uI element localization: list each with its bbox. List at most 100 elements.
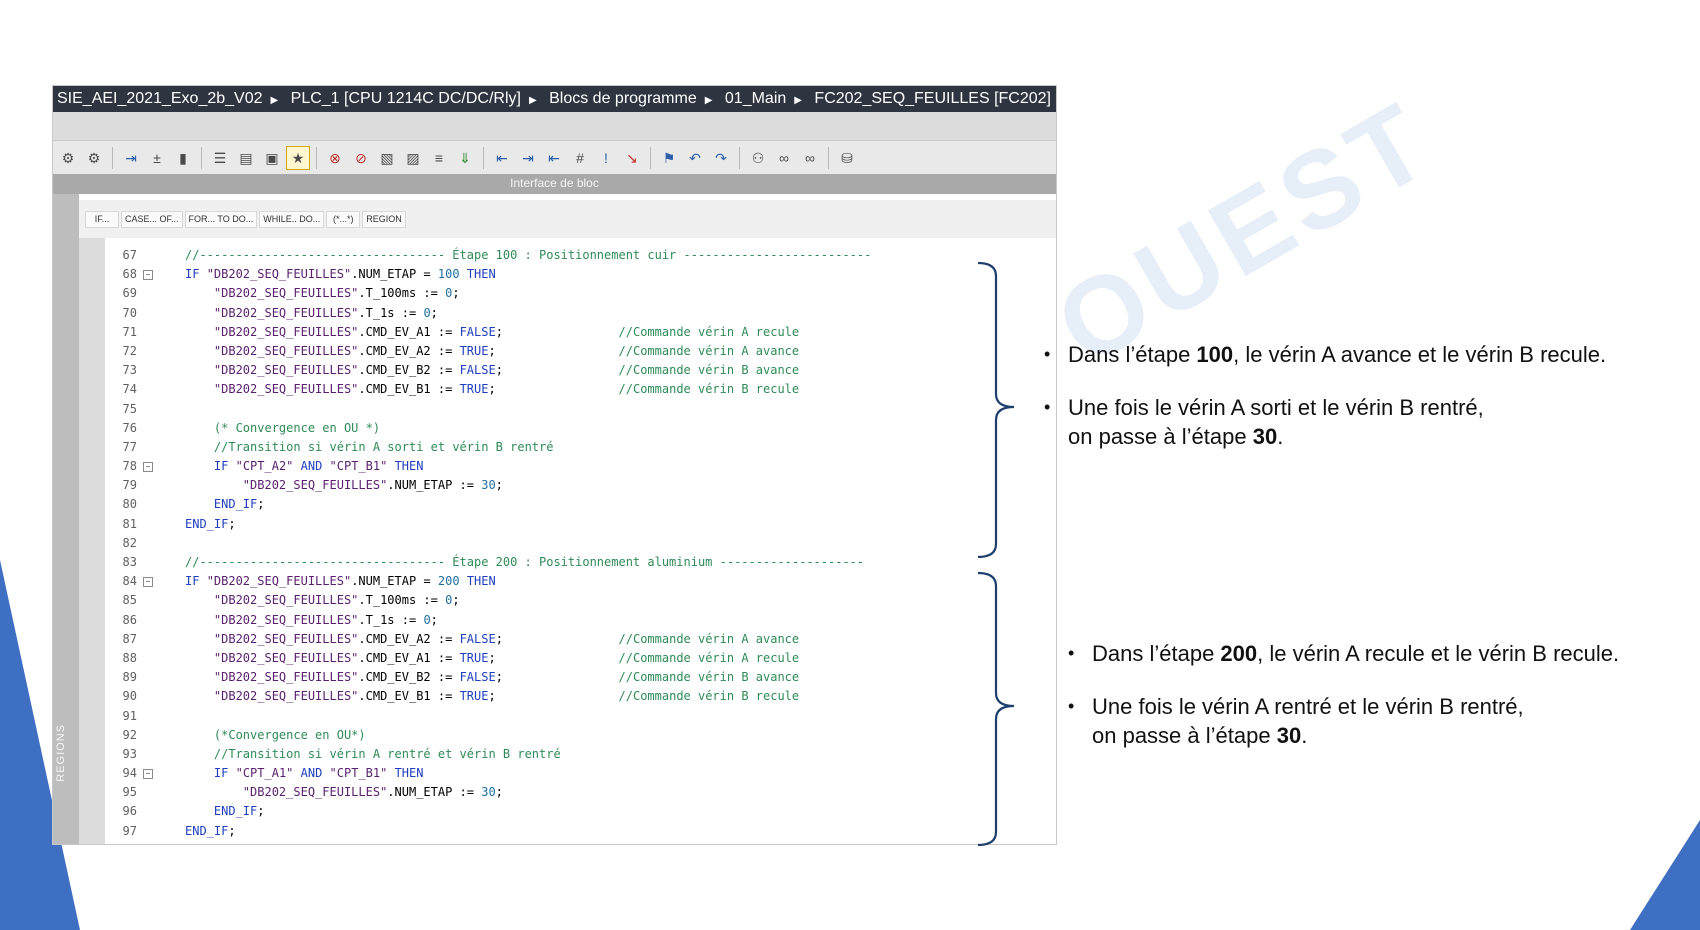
code-line[interactable]: 70 "DB202_SEQ_FEUILLES".T_1s := 0; bbox=[105, 304, 1056, 323]
code-line[interactable]: 95 "DB202_SEQ_FEUILLES".NUM_ETAP := 30; bbox=[105, 783, 1056, 802]
monitor-on-icon[interactable]: ⚇ bbox=[747, 147, 769, 169]
code-text[interactable]: END_IF; bbox=[185, 495, 265, 514]
code-text[interactable]: //Transition si vérin A rentré et vérin … bbox=[185, 745, 561, 764]
breadcrumb-block[interactable]: FC202_SEQ_FEUILLES [FC202] bbox=[810, 90, 1055, 107]
code-text[interactable]: "DB202_SEQ_FEUILLES".T_1s := 0; bbox=[185, 611, 438, 630]
fold-toggle-icon[interactable]: − bbox=[143, 270, 153, 281]
code-text[interactable]: "DB202_SEQ_FEUILLES".CMD_EV_B1 := TRUE; … bbox=[185, 380, 799, 399]
code-line[interactable]: 78− IF "CPT_A2" AND "CPT_B1" THEN bbox=[105, 457, 1056, 476]
code-line[interactable]: 89 "DB202_SEQ_FEUILLES".CMD_EV_B2 := FAL… bbox=[105, 668, 1056, 687]
code-line[interactable]: 80 END_IF; bbox=[105, 495, 1056, 514]
format-icon[interactable]: ▨ bbox=[402, 147, 424, 169]
goto-icon[interactable]: ⇥ bbox=[120, 147, 142, 169]
regions-sidebar[interactable]: REGIONS bbox=[53, 194, 79, 844]
code-text[interactable]: IF "DB202_SEQ_FEUILLES".NUM_ETAP = 200 T… bbox=[185, 572, 496, 591]
monitor-icon[interactable]: ▮ bbox=[172, 147, 194, 169]
code-line[interactable]: 77 //Transition si vérin A sorti et véri… bbox=[105, 438, 1056, 457]
code-line[interactable]: 97 END_IF; bbox=[105, 822, 1056, 841]
code-line[interactable]: 96 END_IF; bbox=[105, 802, 1056, 821]
database-icon[interactable]: ⛁ bbox=[836, 147, 858, 169]
code-text[interactable]: //Transition si vérin A sorti et vérin B… bbox=[185, 438, 554, 457]
breadcrumb-plc[interactable]: PLC_1 [CPU 1214C DC/DC/Rly] bbox=[287, 90, 525, 107]
code-line[interactable]: 90 "DB202_SEQ_FEUILLES".CMD_EV_B1 := TRU… bbox=[105, 687, 1056, 706]
code-line[interactable]: 69 "DB202_SEQ_FEUILLES".T_100ms := 0; bbox=[105, 284, 1056, 303]
keyword-comment[interactable]: (*...*) bbox=[326, 210, 361, 228]
code-line[interactable]: 71 "DB202_SEQ_FEUILLES".CMD_EV_A1 := FAL… bbox=[105, 323, 1056, 342]
code-text[interactable]: "DB202_SEQ_FEUILLES".NUM_ETAP := 30; bbox=[185, 476, 503, 495]
check-icon[interactable]: ▧ bbox=[376, 147, 398, 169]
code-text[interactable]: END_IF; bbox=[185, 515, 236, 534]
grid-icon[interactable]: # bbox=[569, 147, 591, 169]
code-line[interactable]: 81 END_IF; bbox=[105, 515, 1056, 534]
code-line[interactable]: 92 (*Convergence en OU*) bbox=[105, 726, 1056, 745]
download-green-icon[interactable]: ⇓ bbox=[454, 147, 476, 169]
glasses-icon[interactable]: ∞ bbox=[773, 147, 795, 169]
indent-less-icon[interactable]: ⇤ bbox=[543, 147, 565, 169]
fold-toggle-icon[interactable]: − bbox=[143, 769, 153, 780]
list-icon[interactable]: ☰ bbox=[209, 147, 231, 169]
code-text[interactable]: "DB202_SEQ_FEUILLES".CMD_EV_B1 := TRUE; … bbox=[185, 687, 799, 706]
code-line[interactable]: 94− IF "CPT_A1" AND "CPT_B1" THEN bbox=[105, 764, 1056, 783]
table-icon[interactable]: ▤ bbox=[235, 147, 257, 169]
uncomment-icon[interactable]: ↘ bbox=[621, 147, 643, 169]
code-line[interactable]: 88 "DB202_SEQ_FEUILLES".CMD_EV_A1 := TRU… bbox=[105, 649, 1056, 668]
code-area[interactable]: 67 //---------------------------------- É… bbox=[105, 246, 1056, 844]
keyword-if[interactable]: IF... bbox=[85, 210, 119, 228]
code-text[interactable]: IF "CPT_A2" AND "CPT_B1" THEN bbox=[185, 457, 424, 476]
code-text[interactable]: "DB202_SEQ_FEUILLES".NUM_ETAP := 30; bbox=[185, 783, 503, 802]
code-line[interactable]: 93 //Transition si vérin A rentré et vér… bbox=[105, 745, 1056, 764]
keyword-region[interactable]: REGION bbox=[362, 210, 406, 228]
code-text[interactable]: "DB202_SEQ_FEUILLES".CMD_EV_A2 := TRUE; … bbox=[185, 342, 799, 361]
clear-icon[interactable]: ⊘ bbox=[350, 147, 372, 169]
code-text[interactable]: "DB202_SEQ_FEUILLES".CMD_EV_A1 := TRUE; … bbox=[185, 649, 799, 668]
next-bookmark-icon[interactable]: ↷ bbox=[710, 147, 732, 169]
code-line[interactable]: 74 "DB202_SEQ_FEUILLES".CMD_EV_B1 := TRU… bbox=[105, 380, 1056, 399]
fold-toggle-icon[interactable]: − bbox=[143, 462, 153, 473]
code-text[interactable]: END_IF; bbox=[185, 802, 265, 821]
keyword-for[interactable]: FOR... TO DO... bbox=[184, 210, 258, 228]
code-text[interactable]: //---------------------------------- Éta… bbox=[185, 553, 864, 572]
remove-breakpoint-icon[interactable]: ⊗ bbox=[324, 147, 346, 169]
comment-icon[interactable]: ! bbox=[595, 147, 617, 169]
code-text[interactable]: "DB202_SEQ_FEUILLES".T_1s := 0; bbox=[185, 304, 438, 323]
fold-toggle-icon[interactable]: − bbox=[143, 577, 153, 588]
code-text[interactable]: "DB202_SEQ_FEUILLES".T_100ms := 0; bbox=[185, 591, 460, 610]
code-text[interactable]: (* Convergence en OU *) bbox=[185, 419, 380, 438]
code-line[interactable]: 87 "DB202_SEQ_FEUILLES".CMD_EV_A2 := FAL… bbox=[105, 630, 1056, 649]
code-text[interactable]: "DB202_SEQ_FEUILLES".T_100ms := 0; bbox=[185, 284, 460, 303]
indent-more-icon[interactable]: ⇥ bbox=[517, 147, 539, 169]
code-text[interactable]: //---------------------------------- Éta… bbox=[185, 246, 871, 265]
code-line[interactable]: 84− IF "DB202_SEQ_FEUILLES".NUM_ETAP = 20… bbox=[105, 572, 1056, 591]
keyword-case[interactable]: CASE... OF... bbox=[121, 210, 183, 228]
insert-network-icon[interactable]: ⚙ bbox=[57, 147, 79, 169]
breadcrumb-blocks[interactable]: Blocs de programme bbox=[545, 90, 701, 107]
code-text[interactable]: IF "DB202_SEQ_FEUILLES".NUM_ETAP = 100 T… bbox=[185, 265, 496, 284]
code-line[interactable]: 79 "DB202_SEQ_FEUILLES".NUM_ETAP := 30; bbox=[105, 476, 1056, 495]
delete-network-icon[interactable]: ⚙ bbox=[83, 147, 105, 169]
code-line[interactable]: 68− IF "DB202_SEQ_FEUILLES".NUM_ETAP = 10… bbox=[105, 265, 1056, 284]
code-line[interactable]: 72 "DB202_SEQ_FEUILLES".CMD_EV_A2 := TRU… bbox=[105, 342, 1056, 361]
indent-icon[interactable]: ⇤ bbox=[491, 147, 513, 169]
compile-icon[interactable]: ▣ bbox=[261, 147, 283, 169]
glasses-off-icon[interactable]: ∞ bbox=[799, 147, 821, 169]
code-line[interactable]: 75 bbox=[105, 400, 1056, 419]
code-text[interactable]: "DB202_SEQ_FEUILLES".CMD_EV_A2 := FALSE;… bbox=[185, 630, 799, 649]
code-text[interactable]: (*Convergence en OU*) bbox=[185, 726, 366, 745]
code-text[interactable]: END_IF; bbox=[185, 822, 236, 841]
code-line[interactable]: 82 bbox=[105, 534, 1056, 553]
breadcrumb-project[interactable]: SIE_AEI_2021_Exo_2b_V02 bbox=[53, 90, 267, 107]
code-text[interactable]: "DB202_SEQ_FEUILLES".CMD_EV_B2 := FALSE;… bbox=[185, 668, 799, 687]
code-line[interactable]: 85 "DB202_SEQ_FEUILLES".T_100ms := 0; bbox=[105, 591, 1056, 610]
code-line[interactable]: 73 "DB202_SEQ_FEUILLES".CMD_EV_B2 := FAL… bbox=[105, 361, 1056, 380]
code-line[interactable]: 91 bbox=[105, 707, 1056, 726]
code-line[interactable]: 86 "DB202_SEQ_FEUILLES".T_1s := 0; bbox=[105, 611, 1056, 630]
favorite-icon[interactable]: ★ bbox=[287, 147, 309, 169]
bookmark-icon[interactable]: ⚑ bbox=[658, 147, 680, 169]
code-text[interactable]: "DB202_SEQ_FEUILLES".CMD_EV_A1 := FALSE;… bbox=[185, 323, 799, 342]
code-line[interactable]: 76 (* Convergence en OU *) bbox=[105, 419, 1056, 438]
text-icon[interactable]: ≡ bbox=[428, 147, 450, 169]
code-text[interactable]: "DB202_SEQ_FEUILLES".CMD_EV_B2 := FALSE;… bbox=[185, 361, 799, 380]
prev-bookmark-icon[interactable]: ↶ bbox=[684, 147, 706, 169]
breadcrumb-main[interactable]: 01_Main bbox=[721, 90, 790, 107]
code-text[interactable]: IF "CPT_A1" AND "CPT_B1" THEN bbox=[185, 764, 424, 783]
